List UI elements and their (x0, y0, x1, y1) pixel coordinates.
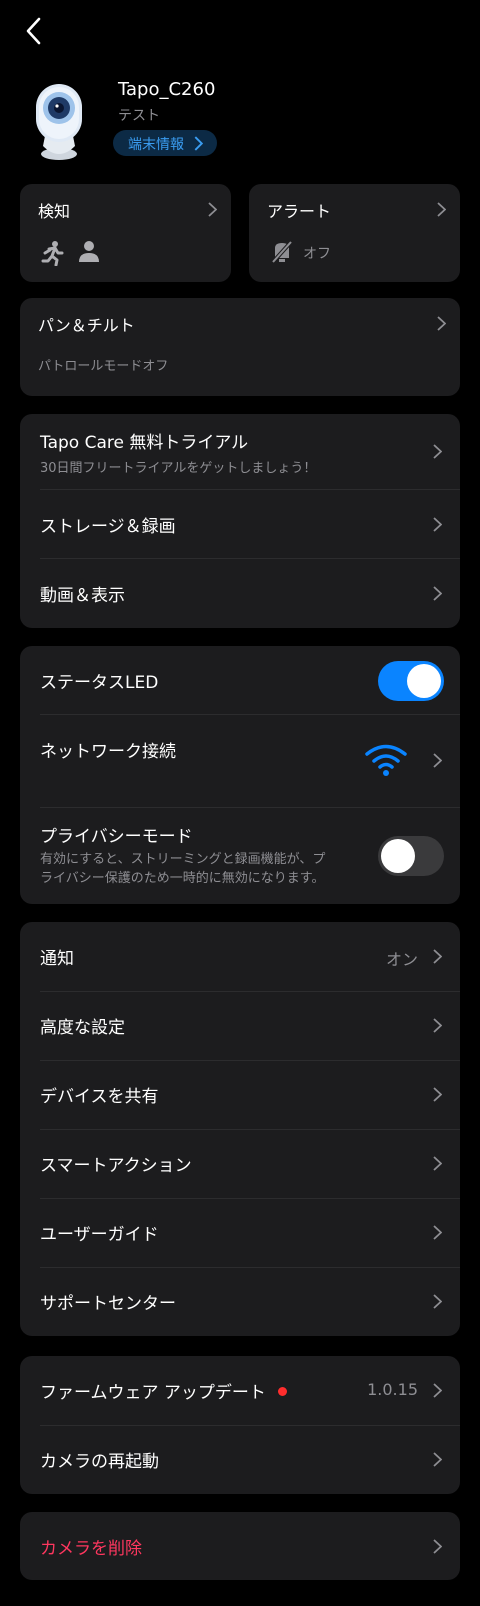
device-info-label: 端末情報 (128, 137, 184, 153)
privacy-mode-description: 有効にすると、ストリーミングと録画機能が、プ ライバシー保護のため一時的に無効に… (40, 850, 325, 888)
status-led-label: ステータスLED (40, 673, 159, 693)
chevron-right-icon (433, 444, 442, 459)
tapo-care-title: Tapo Care 無料トライアル (40, 433, 249, 453)
status-led-toggle[interactable] (378, 661, 444, 701)
settings-group-1: Tapo Care 無料トライアル 30日間フリートライアルをゲットしましょう！… (20, 414, 460, 628)
toggle-knob (381, 839, 415, 873)
advanced-settings-row[interactable]: 高度な設定 (20, 992, 460, 1060)
chevron-right-icon (437, 202, 446, 217)
alert-title: アラート (267, 202, 332, 221)
support-center-label: サポートセンター (40, 1294, 176, 1314)
firmware-version: 1.0.15 (367, 1380, 418, 1399)
chevron-right-icon (433, 753, 442, 768)
detection-title: 検知 (38, 202, 71, 221)
alert-status: オフ (303, 246, 331, 262)
device-info-button[interactable]: 端末情報 (113, 130, 217, 156)
chevron-right-icon (433, 1225, 442, 1240)
back-arrow-icon (26, 17, 41, 45)
privacy-description-line-1: 有効にすると、ストリーミングと録画機能が、プ (40, 852, 326, 867)
chevron-right-icon (433, 1087, 442, 1102)
chevron-right-icon (433, 949, 442, 964)
chevron-right-icon (433, 1156, 442, 1171)
reboot-camera-row[interactable]: カメラの再起動 (20, 1426, 460, 1494)
firmware-update-label: ファームウェア アップデート (40, 1383, 266, 1403)
user-guide-label: ユーザーガイド (40, 1225, 159, 1245)
privacy-mode-toggle[interactable] (378, 836, 444, 876)
chevron-right-icon (208, 202, 217, 217)
person-icon (79, 241, 99, 262)
share-device-row[interactable]: デバイスを共有 (20, 1061, 460, 1129)
running-person-icon (41, 241, 64, 266)
reboot-camera-label: カメラの再起動 (40, 1452, 159, 1472)
network-label: ネットワーク接続 (40, 742, 176, 762)
chevron-right-icon (433, 517, 442, 532)
settings-group-2: ステータスLED ネットワーク接続 プライバシーモード 有効にすると、ストリーミ… (20, 646, 460, 904)
device-subtitle: テスト (118, 108, 160, 124)
chevron-right-icon (433, 1294, 442, 1309)
tapo-care-subtitle: 30日間フリートライアルをゲットしましょう！ (40, 461, 317, 476)
chevron-right-icon (433, 586, 442, 601)
delete-camera-label: カメラを削除 (40, 1539, 142, 1559)
firmware-update-row[interactable]: ファームウェア アップデート 1.0.15 (20, 1356, 460, 1425)
delete-camera-row[interactable]: カメラを削除 (20, 1512, 460, 1580)
device-name: Tapo_C260 (118, 79, 216, 100)
status-led-row: ステータスLED (20, 646, 460, 714)
pan-tilt-tile[interactable]: パン＆チルト パトロールモードオフ (20, 298, 460, 396)
back-button[interactable] (22, 14, 52, 48)
detection-tile[interactable]: 検知 (20, 184, 231, 282)
wifi-icon (365, 744, 407, 776)
smart-actions-row[interactable]: スマートアクション (20, 1130, 460, 1198)
pan-tilt-status: パトロールモードオフ (38, 359, 169, 374)
storage-recording-label: ストレージ＆録画 (40, 517, 176, 537)
toggle-knob (407, 664, 441, 698)
privacy-mode-label: プライバシーモード (40, 827, 193, 847)
user-guide-row[interactable]: ユーザーガイド (20, 1199, 460, 1267)
privacy-mode-row: プライバシーモード 有効にすると、ストリーミングと録画機能が、プ ライバシー保護… (20, 808, 460, 904)
chevron-right-icon (437, 316, 446, 331)
chevron-right-icon (433, 1018, 442, 1033)
camera-device-image (36, 84, 82, 160)
settings-group-5: カメラを削除 (20, 1512, 460, 1580)
settings-group-4: ファームウェア アップデート 1.0.15 カメラの再起動 (20, 1356, 460, 1494)
device-header: Tapo_C260 テスト 端末情報 (0, 70, 480, 170)
video-display-label: 動画＆表示 (40, 586, 125, 606)
smart-actions-label: スマートアクション (40, 1156, 192, 1176)
notification-value: オン (385, 950, 418, 969)
update-badge-dot (278, 1387, 287, 1396)
storage-recording-row[interactable]: ストレージ＆録画 (20, 490, 460, 558)
network-row[interactable]: ネットワーク接続 (20, 715, 460, 807)
privacy-description-line-2: ライバシー保護のため一時的に無効になります。 (40, 871, 325, 886)
support-center-row[interactable]: サポートセンター (20, 1268, 460, 1336)
notification-row[interactable]: 通知 オン (20, 922, 460, 991)
alert-tile[interactable]: アラート オフ (249, 184, 460, 282)
advanced-settings-label: 高度な設定 (40, 1018, 125, 1038)
chevron-right-icon (194, 136, 203, 151)
tapo-care-row[interactable]: Tapo Care 無料トライアル 30日間フリートライアルをゲットしましょう！ (20, 414, 460, 489)
video-display-row[interactable]: 動画＆表示 (20, 559, 460, 628)
chevron-right-icon (433, 1452, 442, 1467)
pan-tilt-title: パン＆チルト (38, 316, 135, 335)
alert-off-icon (271, 240, 293, 264)
notification-label: 通知 (40, 949, 74, 969)
settings-group-3: 通知 オン 高度な設定 デバイスを共有 スマートアクション ユーザーガイド サポ… (20, 922, 460, 1336)
chevron-right-icon (433, 1383, 442, 1398)
chevron-right-icon (433, 1539, 442, 1554)
share-device-label: デバイスを共有 (40, 1087, 159, 1107)
